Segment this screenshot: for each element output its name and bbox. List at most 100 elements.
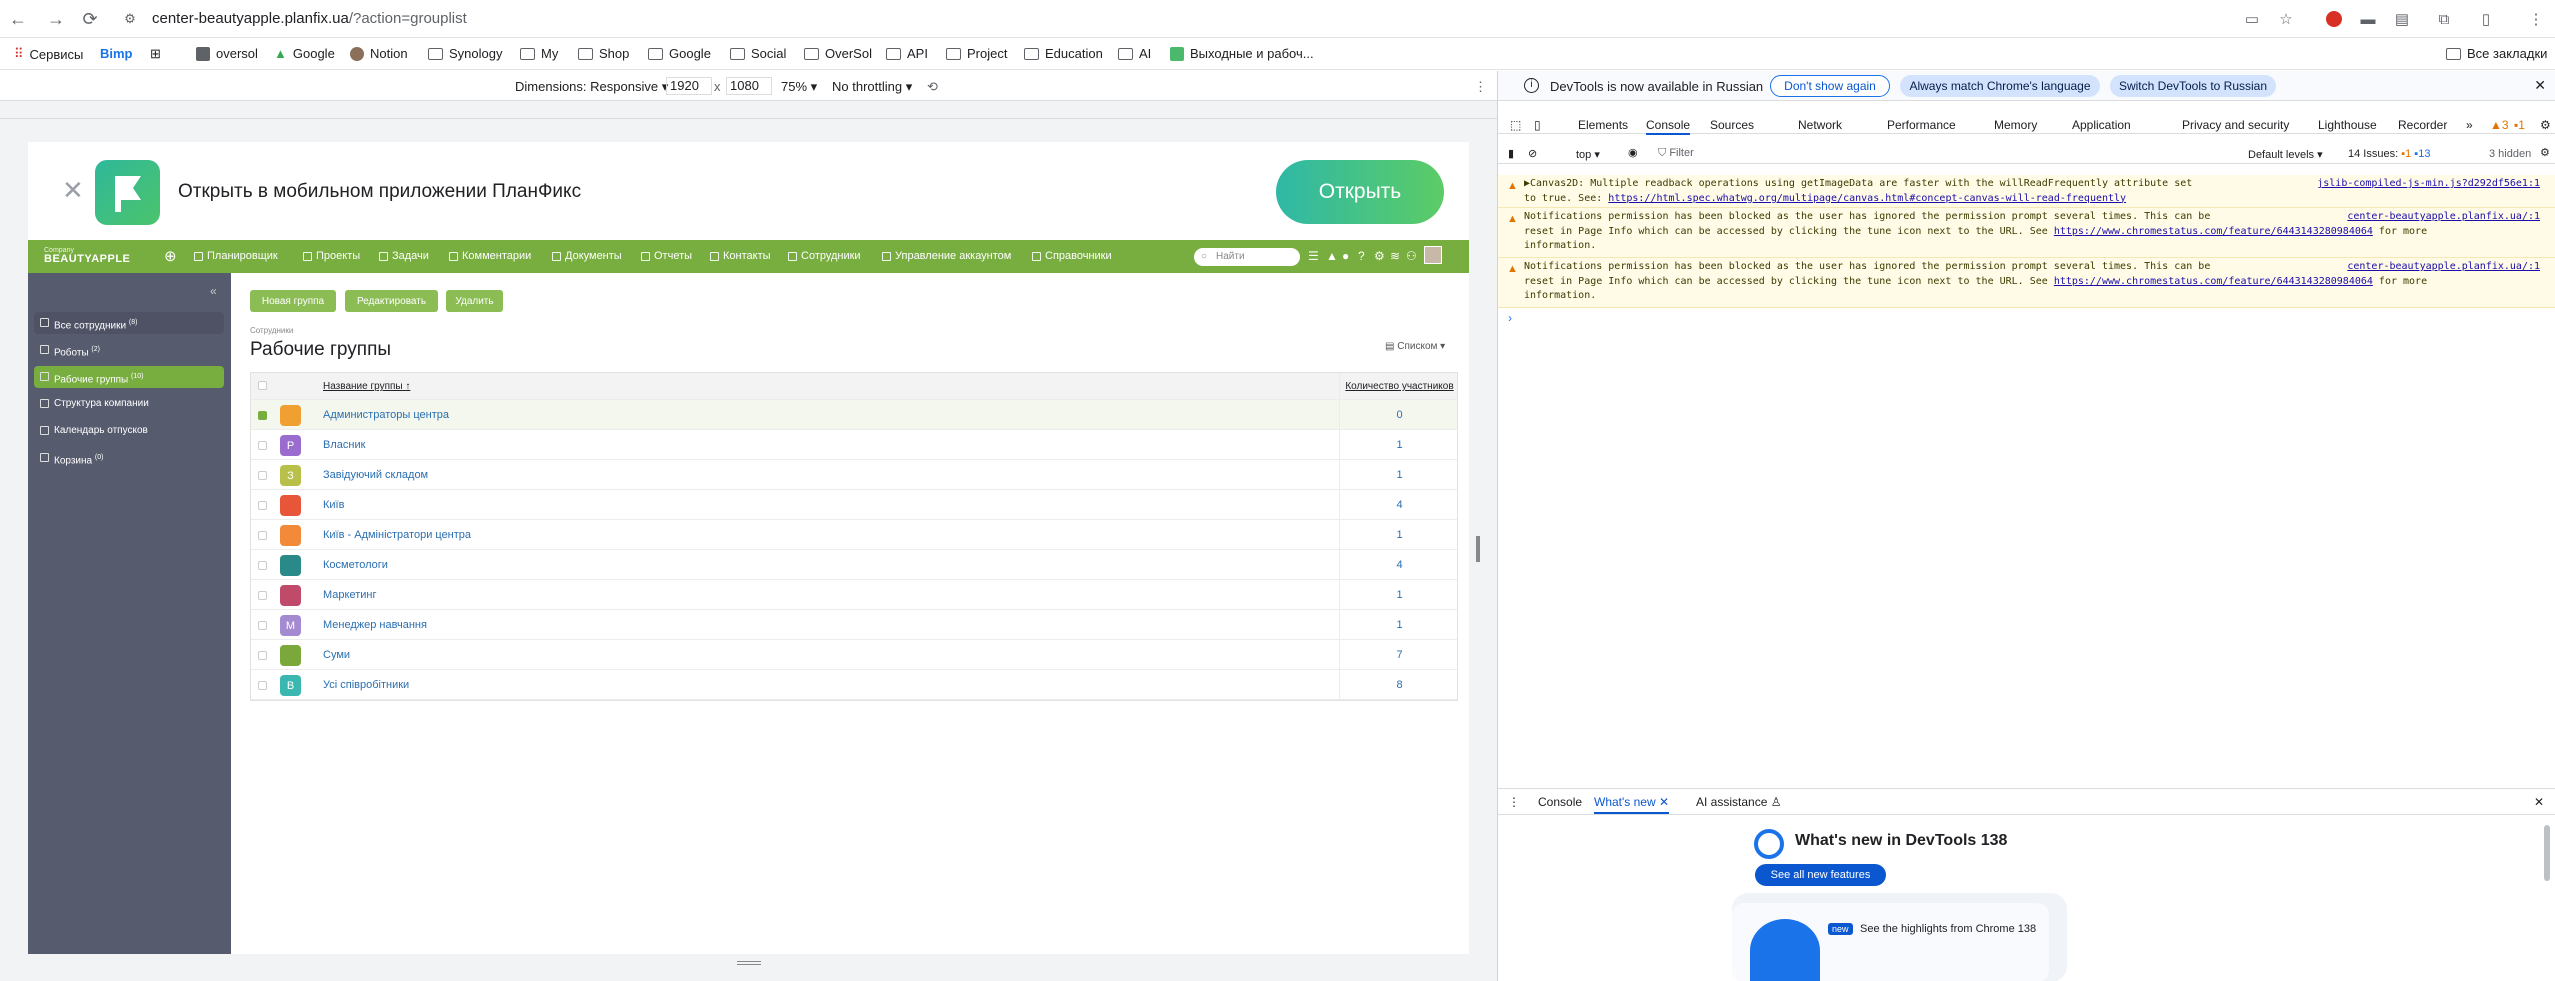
extension-icon[interactable]: ▬	[2356, 7, 2380, 31]
nav-documents[interactable]: Документы	[552, 250, 622, 262]
message-source-link[interactable]: jslib-compiled-js-min.js?d292df56e1:1	[2317, 177, 2540, 192]
forward-icon[interactable]: →	[44, 7, 68, 31]
bookmark-grid[interactable]: ⊞	[150, 46, 161, 62]
site-info-icon[interactable]: ⚙	[118, 7, 142, 31]
help-icon[interactable]: ?	[1358, 249, 1365, 263]
member-count[interactable]: 7	[1339, 640, 1459, 669]
group-name-link[interactable]: Администраторы центра	[323, 409, 449, 421]
group-name-link[interactable]: Завідуючий складом	[323, 469, 428, 481]
member-count[interactable]: 1	[1339, 520, 1459, 549]
message-source-link[interactable]: center-beautyapple.planfix.ua/:1	[2347, 210, 2540, 225]
drawer-tab-whats-new[interactable]: What's new ✕	[1594, 795, 1670, 814]
nav-planner[interactable]: Планировщик	[194, 250, 278, 262]
rotate-icon[interactable]: ⟲	[927, 79, 938, 95]
nav-reports[interactable]: Отчеты	[641, 250, 692, 262]
drawer-tab-ai-assistance[interactable]: AI assistance ♙	[1696, 795, 1781, 809]
settings-icon[interactable]: ⚙	[2540, 118, 2551, 132]
member-count[interactable]: 1	[1339, 430, 1459, 459]
tab-performance[interactable]: Performance	[1887, 118, 1956, 132]
extensions-puzzle-icon[interactable]: ⧉	[2432, 7, 2456, 31]
message-link[interactable]: https://html.spec.whatwg.org/multipage/c…	[1608, 193, 2126, 204]
sidebar-item-all-employees[interactable]: Все сотрудники (8)	[34, 312, 224, 334]
group-name-link[interactable]: Маркетинг	[323, 589, 376, 601]
install-icon[interactable]: ▭	[2240, 7, 2264, 31]
col-name-header[interactable]: Название группы ↑	[323, 381, 410, 392]
sidebar-toggle-icon[interactable]: ▮	[1508, 147, 1514, 160]
console-prompt[interactable]: ›	[1508, 311, 1512, 325]
bookmark-api[interactable]: API	[886, 46, 928, 61]
throttle-select[interactable]: No throttling ▾	[832, 79, 912, 95]
tab-sources[interactable]: Sources	[1710, 118, 1754, 132]
sidebar-item-trash[interactable]: Корзина (0)	[34, 447, 224, 469]
bookmark-education[interactable]: Education	[1024, 46, 1103, 61]
add-user-icon[interactable]: ⚇	[1406, 249, 1417, 263]
row-checkbox[interactable]	[258, 471, 267, 480]
reload-icon[interactable]: ⟳	[78, 7, 102, 31]
bookmark-services[interactable]: ⠿ Сервисы	[14, 46, 83, 62]
warning-badge[interactable]: ▲3	[2490, 118, 2509, 132]
close-icon[interactable]: ✕	[62, 175, 84, 206]
drawer-menu-icon[interactable]: ⋮	[1508, 795, 1520, 809]
device-menu-icon[interactable]: ⋮	[1474, 79, 1487, 95]
table-row[interactable]: Администраторы центра 0	[251, 400, 1457, 430]
width-input[interactable]: 1920	[666, 77, 712, 95]
drawer-close-icon[interactable]: ✕	[2534, 795, 2544, 809]
search-input[interactable]: ○ Найти	[1194, 248, 1300, 266]
row-checkbox[interactable]	[258, 501, 267, 510]
table-row[interactable]: M Менеджер навчання 1	[251, 610, 1457, 640]
nav-comments[interactable]: Комментарии	[449, 250, 531, 262]
nav-contacts[interactable]: Контакты	[710, 250, 771, 262]
height-input[interactable]: 1080	[726, 77, 772, 95]
sidebar-item-work-groups[interactable]: Рабочие группы (10)	[34, 366, 224, 388]
delete-button[interactable]: Удалить	[446, 290, 503, 312]
tab-recorder[interactable]: Recorder	[2398, 118, 2447, 132]
table-row[interactable]: B Усі співробітники 8	[251, 670, 1457, 700]
nav-account[interactable]: Управление аккаунтом	[882, 250, 1011, 262]
bookmark-weekends[interactable]: Выходные и рабоч...	[1170, 46, 1314, 61]
bookmark-project[interactable]: Project	[946, 46, 1007, 61]
message-source-link[interactable]: center-beautyapple.planfix.ua/:1	[2347, 260, 2540, 275]
more-tabs-icon[interactable]: »	[2466, 118, 2473, 132]
drawer-tab-console[interactable]: Console	[1538, 795, 1582, 809]
sidebar-item-robots[interactable]: Роботы (2)	[34, 339, 224, 361]
row-checkbox[interactable]	[258, 651, 267, 660]
view-select[interactable]: ▤ Списком ▾	[1385, 341, 1445, 352]
row-checkbox[interactable]	[258, 441, 267, 450]
table-row[interactable]: Суми 7	[251, 640, 1457, 670]
issues-counter[interactable]: 14 Issues: ▪1 ▪13	[2348, 148, 2430, 160]
nav-projects[interactable]: Проекты	[303, 250, 360, 262]
member-count[interactable]: 0	[1339, 400, 1459, 429]
resize-handle-right[interactable]	[1476, 536, 1480, 562]
bookmark-google[interactable]: ▲ Google	[274, 46, 335, 61]
user-avatar[interactable]	[1424, 246, 1442, 264]
group-name-link[interactable]: Суми	[323, 649, 350, 661]
company-brand[interactable]: Company BEAUTYAPPLE	[44, 247, 130, 265]
breadcrumb[interactable]: Сотрудники	[250, 326, 293, 335]
new-group-button[interactable]: Новая группа	[250, 290, 336, 312]
nav-directories[interactable]: Справочники	[1032, 250, 1112, 262]
collapse-icon[interactable]: «	[210, 284, 217, 298]
sidebar-item-structure[interactable]: Структура компании	[34, 393, 224, 415]
col-count-header[interactable]: Количество участников	[1339, 373, 1459, 399]
bookmark-oversol-folder[interactable]: OverSol	[804, 46, 872, 61]
row-checkbox[interactable]	[258, 531, 267, 540]
group-name-link[interactable]: Київ	[323, 499, 344, 511]
bookmark-google-folder[interactable]: Google	[648, 46, 711, 61]
edit-button[interactable]: Редактировать	[345, 290, 438, 312]
bookmark-star-icon[interactable]: ☆	[2274, 7, 2298, 31]
tab-lighthouse[interactable]: Lighthouse	[2318, 118, 2377, 132]
adblock-icon[interactable]	[2322, 7, 2346, 31]
back-icon[interactable]: ←	[6, 7, 30, 31]
switch-language-button[interactable]: Switch DevTools to Russian	[2110, 75, 2276, 97]
close-icon[interactable]: ✕	[2534, 77, 2546, 94]
member-count[interactable]: 1	[1339, 460, 1459, 489]
tab-network[interactable]: Network	[1798, 118, 1842, 132]
table-row[interactable]: Маркетинг 1	[251, 580, 1457, 610]
settings-icon[interactable]: ⚙	[1374, 249, 1385, 263]
member-count[interactable]: 8	[1339, 670, 1459, 699]
bookmark-shop[interactable]: Shop	[578, 46, 629, 61]
bookmark-synology[interactable]: Synology	[428, 46, 502, 61]
bell-icon[interactable]: ▲	[1326, 249, 1338, 263]
member-count[interactable]: 1	[1339, 580, 1459, 609]
tab-memory[interactable]: Memory	[1994, 118, 2037, 132]
